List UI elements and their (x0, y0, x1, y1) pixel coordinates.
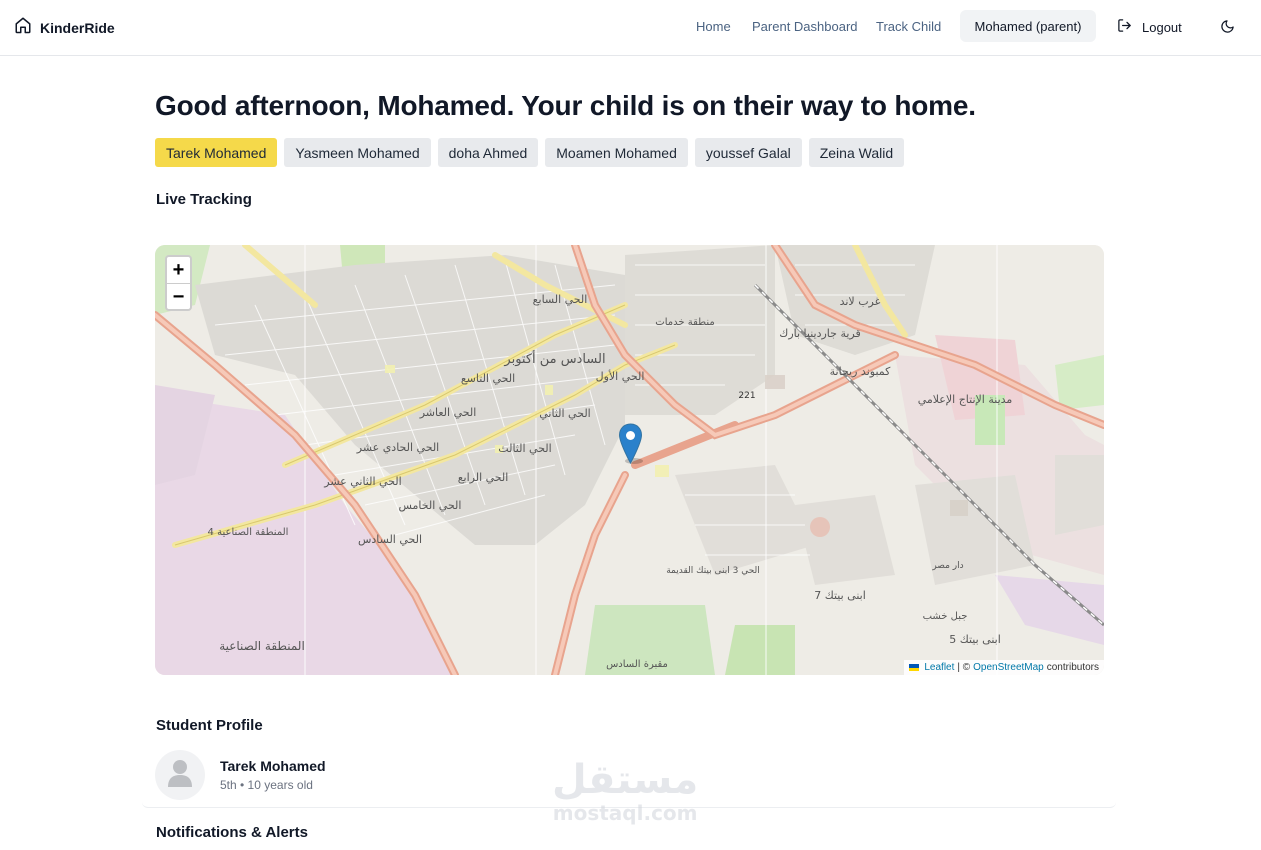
brand[interactable]: KinderRide (14, 16, 115, 39)
child-chip-zeina[interactable]: Zeina Walid (808, 138, 905, 167)
map-label: ابنى بيتك 7 (814, 589, 866, 602)
student-name: Tarek Mohamed (220, 758, 326, 774)
map-label: مقبرة السادس (606, 659, 668, 670)
map-label: الحي الثاني عشر (323, 475, 401, 488)
logout-button[interactable]: Logout (1117, 18, 1182, 36)
nav-parent-dashboard-link[interactable]: Parent Dashboard (752, 19, 858, 34)
theme-toggle-button[interactable] (1220, 19, 1235, 39)
attribution-separator: | © (957, 662, 971, 673)
map-label: الحي العاشر (419, 406, 477, 419)
map-label: الحي السابع (533, 293, 588, 306)
live-tracking-title: Live Tracking (156, 191, 252, 208)
map-label: كمبوند ريحانة (830, 365, 891, 378)
map-road-shield: 221 (738, 391, 755, 401)
logout-label: Logout (1142, 19, 1182, 35)
map-label: ابنى بيتك 5 (949, 633, 1001, 646)
child-location-marker-icon[interactable] (618, 423, 643, 464)
zoom-in-button[interactable]: + (167, 257, 190, 283)
top-navbar: KinderRide Home Parent Dashboard Track C… (0, 0, 1261, 56)
child-chip-doha[interactable]: doha Ahmed (437, 138, 539, 167)
map-label: دار مصر (931, 561, 963, 571)
map-zoom-control: + − (165, 255, 192, 311)
map-label: الحي الخامس (399, 499, 462, 512)
map-label: الحي التاسع (461, 372, 515, 385)
map-label: الحي الرابع (458, 471, 509, 484)
attribution-suffix: contributors (1046, 662, 1099, 673)
home-icon (14, 16, 32, 39)
brand-name: KinderRide (40, 19, 115, 36)
avatar (155, 750, 205, 800)
user-menu-button[interactable]: Mohamed (parent) (960, 10, 1096, 42)
map-label: الحي الثالث (498, 442, 551, 455)
notifications-title: Notifications & Alerts (156, 824, 308, 841)
map-label: الحي السادس (358, 533, 422, 546)
map-label: جبل خشب (923, 611, 968, 622)
map-label: غرب لاند (840, 295, 881, 308)
map-label: الحي الثاني (539, 407, 590, 420)
live-tracking-map[interactable]: الحي السابع منطقة خدمات غرب لاند قرية جا… (155, 245, 1104, 675)
student-profile-title: Student Profile (156, 717, 263, 734)
watermark-latin: mostaql.com (552, 801, 698, 825)
map-label: الحي الأول (596, 369, 645, 383)
child-chip-youssef[interactable]: youssef Galal (694, 138, 802, 167)
map-label: الحي 3 ابنى بيتك القديمة (666, 566, 760, 576)
child-chip-moamen[interactable]: Moamen Mohamed (545, 138, 688, 167)
map-attribution: Leaflet | © OpenStreetMap contributors (904, 660, 1104, 675)
logout-icon (1117, 18, 1132, 36)
openstreetmap-link[interactable]: OpenStreetMap (973, 662, 1044, 673)
map-label: منطقة خدمات (655, 317, 714, 328)
nav-home-link[interactable]: Home (696, 19, 731, 34)
moon-icon (1220, 20, 1235, 38)
map-label: الحي الحادي عشر (356, 441, 439, 454)
child-chip-yasmeen[interactable]: Yasmeen Mohamed (284, 138, 431, 167)
page-greeting: Good afternoon, Mohamed. Your child is o… (155, 90, 976, 121)
nav-track-child-link[interactable]: Track Child (876, 19, 941, 34)
child-chip-tarek[interactable]: Tarek Mohamed (155, 138, 278, 167)
watermark: مستقل mostaql.com (552, 758, 698, 824)
map-label: المنطقة الصناعية (219, 639, 305, 653)
student-details: 5th • 10 years old (220, 778, 313, 792)
map-label: المنطقة الصناعية 4 (208, 527, 289, 538)
map-label: مدينة الإنتاج الإعلامي (918, 393, 1013, 406)
zoom-out-button[interactable]: − (167, 283, 190, 309)
watermark-arabic: مستقل (552, 757, 699, 803)
leaflet-link[interactable]: Leaflet (924, 662, 954, 673)
child-selector: Tarek Mohamed Yasmeen Mohamed doha Ahmed… (155, 138, 905, 167)
map-label: قرية جاردينيا بارك (779, 327, 861, 340)
map-label: السادس من أكتوبر (503, 350, 605, 367)
user-icon (167, 758, 193, 793)
ukraine-flag-icon (909, 664, 920, 671)
